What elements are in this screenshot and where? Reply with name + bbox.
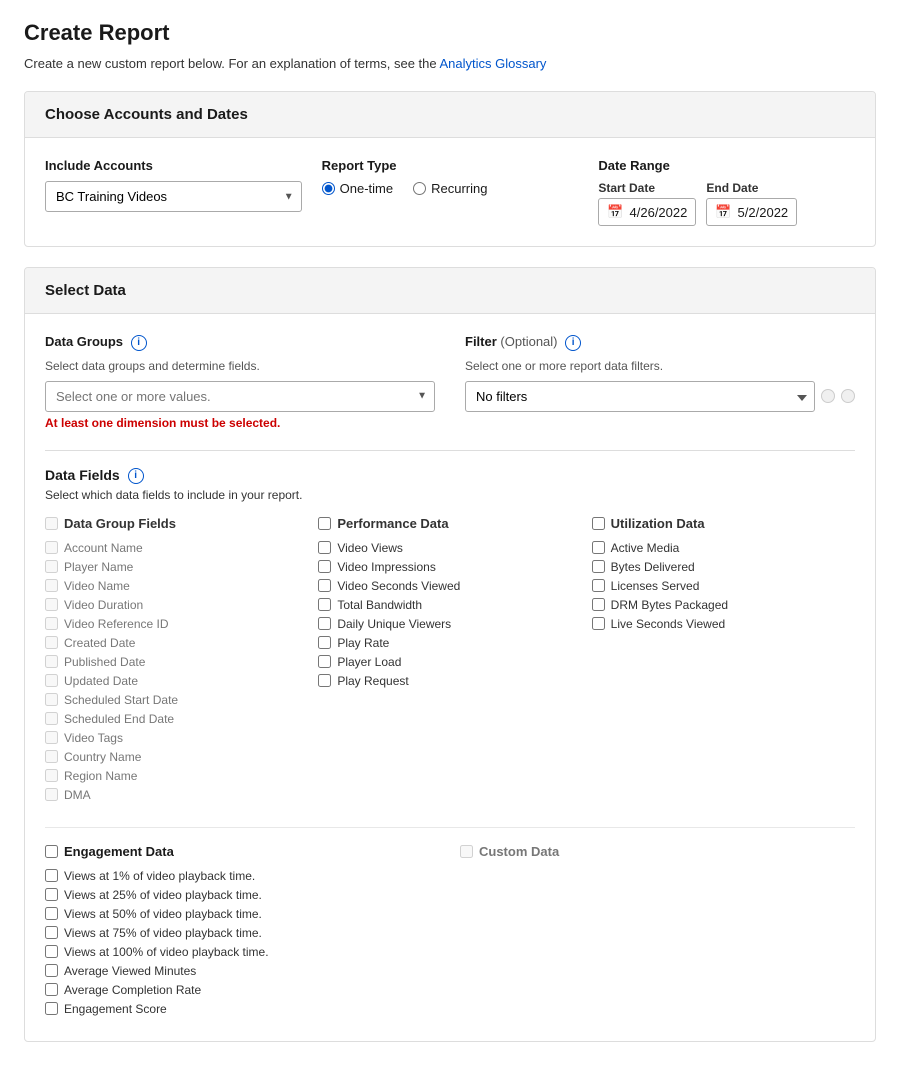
- field-video-tags: Video Tags: [45, 731, 308, 745]
- field-account-name: Account Name: [45, 541, 308, 555]
- filter-group: Filter (Optional) i Select one or more r…: [465, 334, 855, 430]
- field-drm-bytes-packaged: DRM Bytes Packaged: [592, 598, 855, 612]
- field-licenses-served: Licenses Served: [592, 579, 855, 593]
- field-engagement-score: Engagement Score: [45, 1002, 440, 1016]
- data-fields-title: Data Fields i: [45, 467, 855, 484]
- filter-action-icon-1[interactable]: [821, 389, 835, 403]
- field-video-seconds-viewed: Video Seconds Viewed: [318, 579, 581, 593]
- filter-info-icon[interactable]: i: [565, 335, 581, 351]
- utilization-data-header: Utilization Data: [611, 516, 705, 531]
- intro-text: Create a new custom report below. For an…: [24, 56, 876, 71]
- field-total-bandwidth: Total Bandwidth: [318, 598, 581, 612]
- performance-data-header: Performance Data: [337, 516, 448, 531]
- field-views-50pct: Views at 50% of video playback time.: [45, 907, 440, 921]
- field-scheduled-end-date: Scheduled End Date: [45, 712, 308, 726]
- date-range-label: Date Range: [598, 158, 855, 173]
- field-video-views: Video Views: [318, 541, 581, 555]
- filter-optional-label: (Optional): [500, 334, 557, 349]
- field-views-25pct: Views at 25% of video playback time.: [45, 888, 440, 902]
- data-groups-info-icon[interactable]: i: [131, 335, 147, 351]
- field-daily-unique-viewers: Daily Unique Viewers: [318, 617, 581, 631]
- field-scheduled-start-date: Scheduled Start Date: [45, 693, 308, 707]
- custom-data-col: Custom Data: [460, 844, 855, 1021]
- field-video-impressions: Video Impressions: [318, 560, 581, 574]
- end-calendar-icon: 📅: [715, 204, 731, 220]
- field-avg-completion-rate: Average Completion Rate: [45, 983, 440, 997]
- data-groups-desc: Select data groups and determine fields.: [45, 359, 435, 373]
- field-player-load: Player Load: [318, 655, 581, 669]
- report-type-label: Report Type: [322, 158, 579, 173]
- field-player-name: Player Name: [45, 560, 308, 574]
- start-date-label: Start Date: [598, 181, 696, 195]
- include-accounts-label: Include Accounts: [45, 158, 302, 173]
- start-calendar-icon: 📅: [607, 204, 623, 220]
- recurring-radio[interactable]: Recurring: [413, 181, 487, 196]
- start-date-input[interactable]: 📅 4/26/2022: [598, 198, 696, 226]
- choose-accounts-section: Choose Accounts and Dates Include Accoun…: [24, 91, 876, 247]
- field-active-media: Active Media: [592, 541, 855, 555]
- report-type-group: Report Type One-time Recurring: [322, 158, 579, 196]
- engagement-data-checkbox[interactable]: [45, 845, 58, 858]
- data-groups-group: Data Groups i Select data groups and det…: [45, 334, 435, 430]
- field-video-name: Video Name: [45, 579, 308, 593]
- field-views-75pct: Views at 75% of video playback time.: [45, 926, 440, 940]
- filter-label: Filter (Optional) i: [465, 334, 855, 351]
- data-fields-info-icon[interactable]: i: [128, 468, 144, 484]
- include-accounts-group: Include Accounts BC Training Videos ▼: [45, 158, 302, 212]
- field-bytes-delivered: Bytes Delivered: [592, 560, 855, 574]
- data-groups-input[interactable]: [45, 381, 435, 412]
- recurring-label: Recurring: [431, 181, 487, 196]
- one-time-label: One-time: [340, 181, 393, 196]
- start-date-value: 4/26/2022: [630, 205, 688, 220]
- utilization-data-checkbox[interactable]: [592, 517, 605, 530]
- field-views-100pct: Views at 100% of video playback time.: [45, 945, 440, 959]
- one-time-radio[interactable]: One-time: [322, 181, 393, 196]
- data-groups-error: At least one dimension must be selected.: [45, 416, 435, 430]
- filter-select[interactable]: No filters: [465, 381, 815, 412]
- end-date-input[interactable]: 📅 5/2/2022: [706, 198, 797, 226]
- field-video-duration: Video Duration: [45, 598, 308, 612]
- field-play-request: Play Request: [318, 674, 581, 688]
- field-region-name: Region Name: [45, 769, 308, 783]
- filter-desc: Select one or more report data filters.: [465, 359, 855, 373]
- end-date-label: End Date: [706, 181, 797, 195]
- custom-data-checkbox[interactable]: [460, 845, 473, 858]
- data-fields-grid: Data Group Fields Account Name Player Na…: [45, 516, 855, 807]
- section2-header: Select Data: [25, 268, 875, 314]
- field-play-rate: Play Rate: [318, 636, 581, 650]
- engagement-data-header: Engagement Data: [64, 844, 174, 859]
- field-updated-date: Updated Date: [45, 674, 308, 688]
- data-fields-section: Data Fields i Select which data fields t…: [45, 450, 855, 1021]
- field-created-date: Created Date: [45, 636, 308, 650]
- engagement-custom-row: Engagement Data Views at 1% of video pla…: [45, 827, 855, 1021]
- filter-arrow-icon: [797, 388, 807, 404]
- filter-action-icon-2[interactable]: [841, 389, 855, 403]
- performance-data-col: Performance Data Video Views Video Impre…: [318, 516, 581, 807]
- custom-data-header: Custom Data: [479, 844, 559, 859]
- data-group-fields-col: Data Group Fields Account Name Player Na…: [45, 516, 308, 807]
- analytics-glossary-link[interactable]: Analytics Glossary: [440, 56, 547, 71]
- data-groups-label: Data Groups i: [45, 334, 435, 351]
- field-live-seconds-viewed: Live Seconds Viewed: [592, 617, 855, 631]
- data-fields-desc: Select which data fields to include in y…: [45, 488, 855, 502]
- data-group-fields-checkbox[interactable]: [45, 517, 58, 530]
- data-group-fields-header: Data Group Fields: [64, 516, 176, 531]
- end-date-value: 5/2/2022: [738, 205, 789, 220]
- field-video-reference-id: Video Reference ID: [45, 617, 308, 631]
- include-accounts-select[interactable]: BC Training Videos: [45, 181, 302, 212]
- field-dma: DMA: [45, 788, 308, 802]
- performance-data-checkbox[interactable]: [318, 517, 331, 530]
- field-published-date: Published Date: [45, 655, 308, 669]
- date-range-group: Date Range Start Date 📅 4/26/2022 End Da…: [598, 158, 855, 226]
- engagement-data-col: Engagement Data Views at 1% of video pla…: [45, 844, 440, 1021]
- select-data-section: Select Data Data Groups i Select data gr…: [24, 267, 876, 1042]
- page-title: Create Report: [24, 20, 876, 46]
- field-country-name: Country Name: [45, 750, 308, 764]
- utilization-data-col: Utilization Data Active Media Bytes Deli…: [592, 516, 855, 807]
- section1-header: Choose Accounts and Dates: [25, 92, 875, 138]
- field-views-1pct: Views at 1% of video playback time.: [45, 869, 440, 883]
